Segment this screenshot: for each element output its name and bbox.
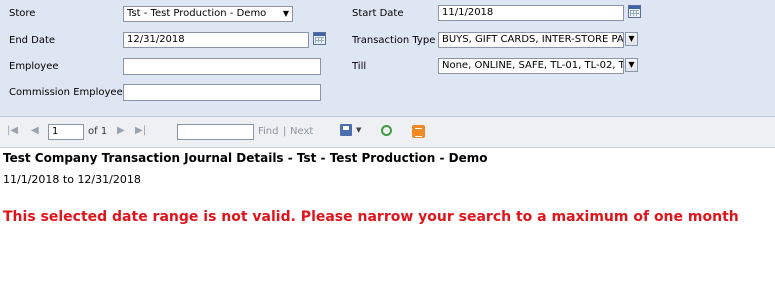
page-number-input[interactable]: 1 (48, 124, 84, 140)
parameters-panel: Store Tst - Test Production - Demo ▼ Sta… (0, 0, 775, 117)
chevron-down-icon[interactable]: ▼ (625, 32, 638, 46)
calendar-icon[interactable] (628, 5, 641, 18)
store-label: Store (9, 8, 36, 19)
employee-input[interactable] (123, 58, 321, 75)
print-icon[interactable] (412, 125, 425, 138)
chevron-down-icon: ▼ (282, 9, 289, 18)
transaction-type-value: BUYS, GIFT CARDS, INTER-STORE PA (442, 34, 624, 45)
chevron-down-icon[interactable]: ▼ (356, 126, 361, 134)
report-title: Test Company Transaction Journal Details… (3, 151, 488, 165)
next-link[interactable]: Next (290, 126, 313, 137)
end-date-value: 12/31/2018 (127, 34, 185, 45)
refresh-icon[interactable] (381, 125, 392, 136)
report-date-range: 11/1/2018 to 12/31/2018 (3, 173, 141, 186)
commission-employee-label: Commission Employee (9, 87, 123, 98)
employee-label: Employee (9, 61, 59, 72)
transaction-type-label: Transaction Type (352, 35, 436, 46)
calendar-icon[interactable] (313, 32, 326, 45)
start-date-input[interactable]: 11/1/2018 (438, 5, 624, 21)
next-page-icon[interactable]: ▶ (117, 125, 125, 136)
end-date-input[interactable]: 12/31/2018 (123, 32, 309, 48)
page-number-value: 1 (52, 126, 59, 137)
find-link[interactable]: Find (258, 126, 279, 137)
chevron-down-icon[interactable]: ▼ (625, 58, 638, 72)
till-label: Till (352, 61, 367, 72)
commission-employee-input[interactable] (123, 84, 321, 101)
till-value: None, ONLINE, SAFE, TL-01, TL-02, T (442, 60, 624, 71)
find-input[interactable] (177, 124, 254, 140)
store-select-value: Tst - Test Production - Demo (127, 8, 267, 19)
error-message: This selected date range is not valid. P… (3, 209, 739, 225)
first-page-icon[interactable]: |◀ (7, 125, 18, 136)
toolbar-separator: | (283, 126, 287, 137)
end-date-label: End Date (9, 35, 56, 46)
export-icon[interactable] (340, 124, 352, 136)
page-count: of 1 (88, 126, 108, 137)
store-select[interactable]: Tst - Test Production - Demo ▼ (123, 6, 293, 22)
report-toolbar: |◀ ◀ 1 of 1 ▶ ▶| Find | Next ▼ (0, 117, 775, 148)
transaction-type-select[interactable]: BUYS, GIFT CARDS, INTER-STORE PA (438, 32, 624, 48)
till-select[interactable]: None, ONLINE, SAFE, TL-01, TL-02, T (438, 58, 624, 74)
start-date-label: Start Date (352, 8, 404, 19)
start-date-value: 11/1/2018 (442, 7, 494, 18)
prev-page-icon[interactable]: ◀ (31, 125, 39, 136)
last-page-icon[interactable]: ▶| (135, 125, 146, 136)
